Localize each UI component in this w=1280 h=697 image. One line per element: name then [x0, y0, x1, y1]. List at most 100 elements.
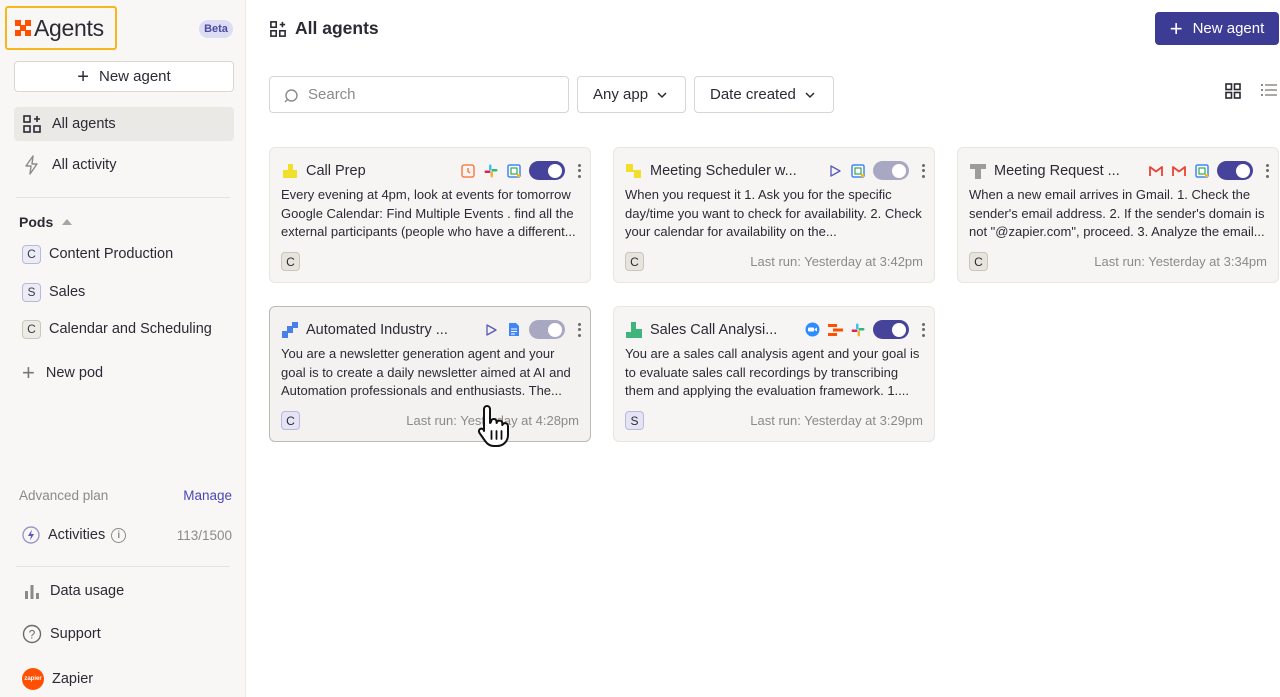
gmail-icon — [1148, 163, 1164, 179]
sidebar-item-pod-content-production[interactable]: C Content Production — [22, 244, 173, 264]
new-agent-button[interactable]: + New agent — [1155, 12, 1279, 45]
plus-icon: + — [1169, 15, 1183, 41]
pod-tag: C — [281, 411, 300, 430]
agent-name: Meeting Request ... — [994, 163, 1120, 179]
pods-section-toggle[interactable]: Pods — [19, 214, 73, 230]
chevron-down-icon — [656, 91, 668, 99]
sidebar-item-data-usage[interactable]: Data usage — [22, 581, 124, 601]
agent-card-call-prep[interactable]: Call Prep Every evening at 4pm, look at … — [269, 147, 591, 283]
activities-usage: Activities i 113/1500 — [22, 526, 232, 544]
plus-icon: + — [22, 360, 35, 385]
app-filter-dropdown[interactable]: Any app — [577, 76, 686, 113]
agent-card-meeting-request[interactable]: Meeting Request ... When a new email arr… — [957, 147, 1279, 283]
agent-avatar-icon — [281, 162, 299, 180]
agent-enabled-toggle[interactable] — [1217, 161, 1253, 180]
activities-count: 113/1500 — [176, 527, 232, 543]
pods-title: Pods — [19, 214, 54, 230]
agent-avatar-icon — [625, 321, 643, 339]
last-run-text: Last run: Yesterday at 3:29pm — [750, 413, 923, 428]
play-icon — [827, 163, 843, 179]
activities-label: Activities — [48, 527, 106, 543]
new-pod-button[interactable]: + New pod — [22, 362, 103, 384]
agent-card-automated-industry[interactable]: Automated Industry ... You are a newslet… — [269, 306, 591, 442]
sidebar-item-label: All activity — [52, 157, 117, 173]
sidebar-item-all-activity[interactable]: All activity — [14, 148, 234, 182]
sidebar-item-label: All agents — [52, 116, 116, 132]
sidebar: Agents Beta + New agent All agents All a… — [0, 0, 246, 697]
page-title: All agents — [270, 18, 379, 39]
sidebar-divider — [16, 566, 230, 567]
pod-tag: C — [625, 252, 644, 271]
pod-label: Content Production — [49, 246, 174, 262]
pod-label: Sales — [49, 284, 86, 300]
data-usage-label: Data usage — [50, 583, 125, 599]
zapier-asterisk-icon — [15, 20, 31, 36]
account-menu[interactable]: zapier Zapier — [22, 668, 93, 690]
sidebar-new-agent-button[interactable]: + New agent — [14, 61, 234, 92]
pod-tag: C — [281, 252, 300, 271]
more-options-icon[interactable] — [921, 163, 925, 179]
info-icon[interactable]: i — [111, 527, 127, 543]
hand-pointer-cursor-icon — [476, 402, 518, 455]
slack-icon — [483, 163, 499, 179]
beta-badge: Beta — [199, 20, 233, 38]
app-filter-value: Any app — [593, 86, 649, 103]
more-options-icon[interactable] — [921, 322, 925, 338]
agent-description: Every evening at 4pm, look at events for… — [281, 187, 576, 239]
brand-name: Agents — [34, 14, 104, 41]
sidebar-new-agent-label: New agent — [98, 68, 171, 85]
zoom-icon — [804, 322, 820, 338]
agent-description: You are a newsletter generation agent an… — [281, 346, 571, 398]
bolt-icon — [22, 155, 42, 175]
support-label: Support — [50, 626, 101, 642]
search-icon — [284, 87, 300, 103]
bar-chart-icon — [22, 581, 42, 601]
google-calendar-icon — [1194, 163, 1210, 179]
agent-enabled-toggle[interactable] — [873, 320, 909, 339]
agent-name: Automated Industry ... — [306, 322, 448, 338]
more-options-icon[interactable] — [577, 322, 581, 338]
sidebar-item-all-agents[interactable]: All agents — [14, 107, 234, 141]
search-box[interactable] — [269, 76, 569, 113]
agent-avatar-icon — [281, 321, 299, 339]
pod-badge: C — [22, 319, 41, 339]
more-options-icon[interactable] — [1265, 163, 1269, 179]
sidebar-item-support[interactable]: ? Support — [22, 624, 101, 644]
grid-view-icon[interactable] — [1225, 83, 1241, 99]
activities-icon — [22, 526, 40, 544]
new-agent-label: New agent — [1192, 20, 1265, 37]
last-run-text: Last run: Yesterday at 3:42pm — [750, 254, 923, 269]
google-calendar-icon — [506, 163, 522, 179]
plus-icon: + — [77, 65, 89, 88]
manage-plan-link[interactable]: Manage — [183, 488, 232, 503]
google-docs-icon — [506, 322, 522, 338]
search-input[interactable] — [308, 86, 548, 103]
agent-avatar-icon — [969, 162, 987, 180]
brand-logo[interactable]: Agents — [5, 6, 117, 50]
list-view-icon[interactable] — [1261, 83, 1277, 97]
agent-enabled-toggle[interactable] — [529, 161, 565, 180]
avatar: zapier — [22, 668, 44, 690]
agent-name: Call Prep — [306, 163, 366, 179]
agent-name: Meeting Scheduler w... — [650, 163, 797, 179]
agent-description: When you request it 1. Ask you for the s… — [625, 187, 922, 239]
agent-description: When a new email arrives in Gmail. 1. Ch… — [969, 187, 1265, 239]
pod-label: Calendar and Scheduling — [49, 321, 212, 337]
grid-plus-icon — [270, 20, 286, 37]
sidebar-item-pod-calendar-scheduling[interactable]: C Calendar and Scheduling — [22, 319, 212, 339]
more-options-icon[interactable] — [577, 163, 581, 179]
agent-description: You are a sales call analysis agent and … — [625, 346, 920, 398]
agent-enabled-toggle[interactable] — [529, 320, 565, 339]
agent-enabled-toggle[interactable] — [873, 161, 909, 180]
sidebar-item-pod-sales[interactable]: S Sales — [22, 282, 85, 302]
pod-badge: S — [22, 282, 41, 302]
sidebar-divider — [16, 197, 230, 198]
date-filter-dropdown[interactable]: Date created — [694, 76, 834, 113]
gmail-icon — [1171, 163, 1187, 179]
agent-card-sales-call-analysis[interactable]: Sales Call Analysi... You are a sales ca… — [613, 306, 935, 442]
agent-avatar-icon — [625, 162, 643, 180]
svg-text:?: ? — [29, 628, 36, 642]
account-name: Zapier — [52, 671, 94, 687]
agent-card-meeting-scheduler[interactable]: Meeting Scheduler w... When you request … — [613, 147, 935, 283]
google-calendar-icon — [850, 163, 866, 179]
